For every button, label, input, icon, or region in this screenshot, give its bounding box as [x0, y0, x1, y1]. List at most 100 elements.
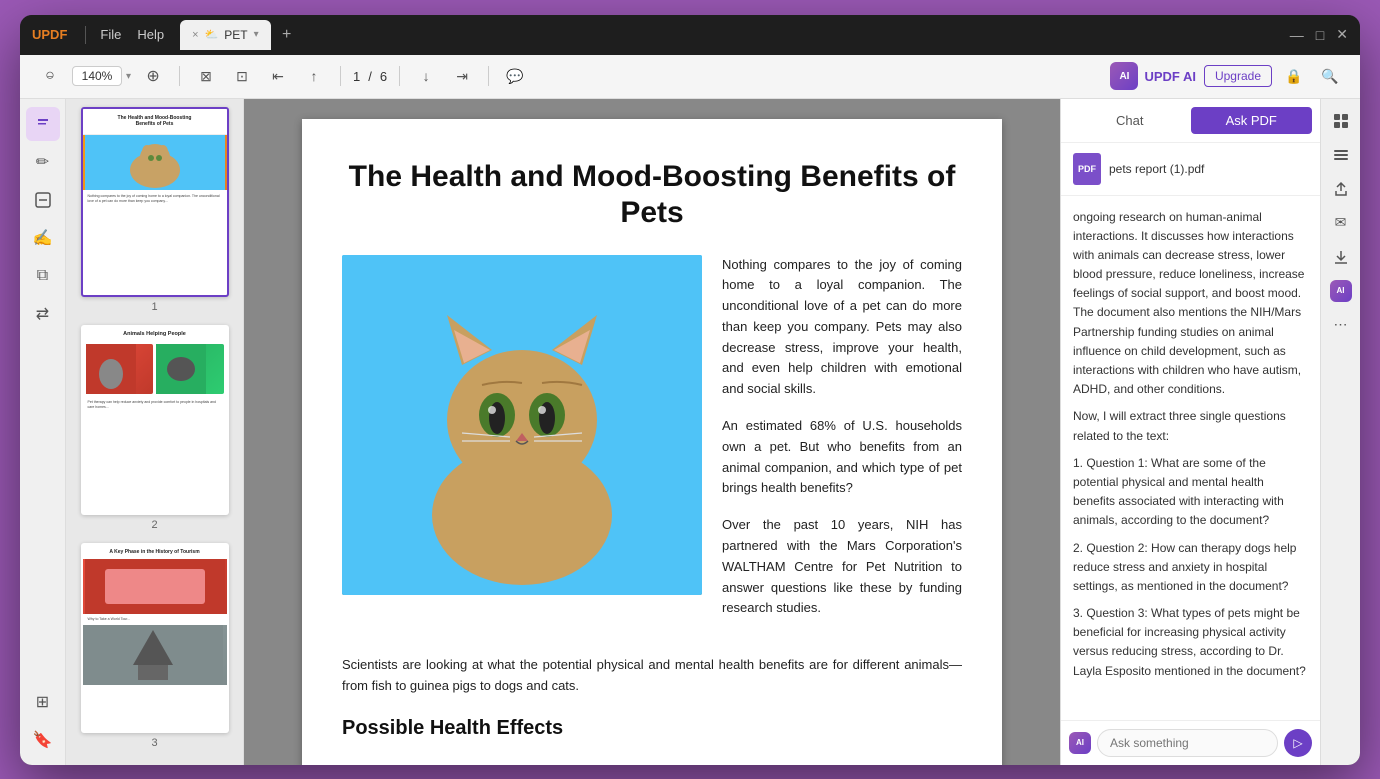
toolbar-sep-2: [340, 66, 341, 86]
organize-tool-button[interactable]: ⧉: [26, 259, 60, 293]
zoom-control: 140% ▾: [72, 66, 131, 86]
thumb2-text: Pet therapy can help reduce anxiety and …: [83, 397, 227, 414]
nav-last-button[interactable]: ⇥: [448, 62, 476, 90]
thumbnail-item[interactable]: A Key Phase in the History of Tourism Wh…: [74, 543, 235, 749]
thumbnail-page-1[interactable]: The Health and Mood-BoostingBenefits of …: [81, 107, 229, 297]
pdf-cat-image: [342, 255, 702, 595]
tab-area: × ⛅ PET ▾ +: [180, 20, 1282, 50]
page-total: 6: [380, 69, 387, 84]
tab-pet[interactable]: × ⛅ PET ▾: [180, 20, 271, 50]
pdf-title: The Health and Mood-Boosting Benefits of…: [342, 159, 962, 231]
left-toolbar-bottom: ⊞ 🔖: [26, 685, 60, 757]
pdf-text-column: Nothing compares to the joy of coming ho…: [722, 255, 962, 636]
ai-tab-chat[interactable]: Chat: [1069, 107, 1191, 134]
ai-input-field[interactable]: [1097, 729, 1278, 757]
annotate-tool-button[interactable]: ✏: [26, 145, 60, 179]
sign-tool-button[interactable]: ✍: [26, 221, 60, 255]
thumbnail-page-3[interactable]: A Key Phase in the History of Tourism Wh…: [81, 543, 229, 733]
ai-panel-header: Chat Ask PDF: [1061, 99, 1320, 143]
view-mode-button[interactable]: [1327, 107, 1355, 135]
updf-ai-icon: AI: [1110, 62, 1138, 90]
ai-logo-small: AI: [1069, 732, 1091, 754]
maximize-button[interactable]: □: [1316, 27, 1324, 43]
title-bar: UPDF File Help × ⛅ PET ▾ + — □ ✕: [20, 15, 1360, 55]
ai-question-3: 3. Question 3: What types of pets might …: [1073, 604, 1308, 681]
layers-tool-button[interactable]: ⊞: [26, 685, 60, 719]
fit-page-button[interactable]: ⊠: [192, 62, 220, 90]
thumbnail-num-2: 2: [151, 519, 157, 531]
pdf-paragraph-1: Nothing compares to the joy of coming ho…: [722, 255, 962, 401]
nav-prev-button[interactable]: ↑: [300, 62, 328, 90]
thumbnail-panel: The Health and Mood-BoostingBenefits of …: [66, 99, 244, 765]
pdf-section-title: Possible Health Effects: [342, 717, 962, 740]
mail-button[interactable]: ✉: [1327, 209, 1355, 237]
ai-question-1: 1. Question 1: What are some of the pote…: [1073, 454, 1308, 531]
thumb2-images: [83, 341, 227, 397]
menu-help[interactable]: Help: [137, 27, 164, 42]
thumbnail-num-1: 1: [151, 301, 157, 313]
page-nav: 1 / 6: [353, 69, 387, 84]
thumb1-header: The Health and Mood-BoostingBenefits of …: [83, 109, 227, 135]
menu-bar: File Help: [100, 27, 164, 42]
ai-message-text: ongoing research on human-animal interac…: [1073, 208, 1308, 400]
nav-first-button[interactable]: ⇤: [264, 62, 292, 90]
right-sidebar: ✉ AI ⋯: [1320, 99, 1360, 765]
thumb1-text: Nothing compares to the joy of coming ho…: [83, 190, 227, 209]
toolbar: ○ − 140% ▾ ⊕ ⊠ ⊡ ⇤ ↑ 1 / 6 ↓ ⇥ 💬 AI UPDF…: [20, 55, 1360, 99]
logo-text: UPDF: [32, 27, 67, 42]
thumb1-image: [83, 135, 227, 190]
edit-tool-button[interactable]: [26, 107, 60, 141]
zoom-out-button[interactable]: ○ −: [36, 62, 64, 90]
thumbnail-num-3: 3: [151, 737, 157, 749]
stamp-tool-button[interactable]: [26, 183, 60, 217]
file-type-label: PDF: [1078, 164, 1096, 174]
pdf-page: The Health and Mood-Boosting Benefits of…: [302, 119, 1002, 765]
thumb3-img-top: [83, 559, 227, 614]
toolbar-sep-4: [488, 66, 489, 86]
thumbnail-item[interactable]: Animals Helping People: [74, 325, 235, 531]
ai-send-button[interactable]: ▷: [1284, 729, 1312, 757]
page-sep: /: [368, 69, 372, 84]
ai-file-name: pets report (1).pdf: [1109, 162, 1204, 176]
nav-next-button[interactable]: ↓: [412, 62, 440, 90]
convert-tool-button[interactable]: ⇄: [26, 297, 60, 331]
ai-icon-small: AI: [1330, 280, 1352, 302]
ai-assist-button[interactable]: AI: [1327, 277, 1355, 305]
ai-message-content: ongoing research on human-animal interac…: [1073, 208, 1308, 681]
updf-ai-button[interactable]: AI UPDF AI: [1110, 62, 1196, 90]
comment-button[interactable]: 💬: [501, 62, 529, 90]
thumbnail-item[interactable]: The Health and Mood-BoostingBenefits of …: [74, 107, 235, 313]
thumb2-header: Animals Helping People: [83, 327, 227, 341]
zoom-value[interactable]: 140%: [72, 66, 122, 86]
ai-question-2: 2. Question 2: How can therapy dogs help…: [1073, 539, 1308, 597]
page-current: 1: [353, 69, 360, 84]
bookmark-tool-button[interactable]: 🔖: [26, 723, 60, 757]
tab-label: PET: [224, 28, 247, 42]
tab-add-button[interactable]: +: [275, 23, 299, 47]
window-controls: — □ ✕: [1290, 26, 1348, 43]
tab-close-icon[interactable]: ×: [192, 29, 198, 41]
menu-file[interactable]: File: [100, 27, 121, 42]
download-button[interactable]: [1327, 243, 1355, 271]
ai-panel: Chat Ask PDF PDF pets report (1).pdf ong…: [1060, 99, 1320, 765]
title-divider: [85, 26, 86, 44]
lock-button[interactable]: 🔒: [1280, 62, 1308, 90]
toolbar-sep-3: [399, 66, 400, 86]
pdf-viewer[interactable]: The Health and Mood-Boosting Benefits of…: [244, 99, 1060, 765]
share-button[interactable]: [1327, 175, 1355, 203]
ai-tab-askpdf[interactable]: Ask PDF: [1191, 107, 1313, 134]
minimize-button[interactable]: —: [1290, 27, 1304, 43]
pdf-bottom-text: Scientists are looking at what the poten…: [342, 655, 962, 697]
search-button[interactable]: 🔍: [1316, 62, 1344, 90]
zoom-in-button[interactable]: ⊕: [139, 62, 167, 90]
ai-intro-text: Now, I will extract three single questio…: [1073, 407, 1308, 445]
pdf-paragraph-3: Over the past 10 years, NIH has partnere…: [722, 515, 962, 619]
close-button[interactable]: ✕: [1336, 26, 1348, 43]
upgrade-button[interactable]: Upgrade: [1204, 65, 1272, 87]
more-options-button[interactable]: ⋯: [1327, 311, 1355, 339]
thumbnail-page-2[interactable]: Animals Helping People: [81, 325, 229, 515]
toolbar-sep-1: [179, 66, 180, 86]
list-view-button[interactable]: [1327, 141, 1355, 169]
ai-messages: ongoing research on human-animal interac…: [1061, 196, 1320, 720]
fit-width-button[interactable]: ⊡: [228, 62, 256, 90]
